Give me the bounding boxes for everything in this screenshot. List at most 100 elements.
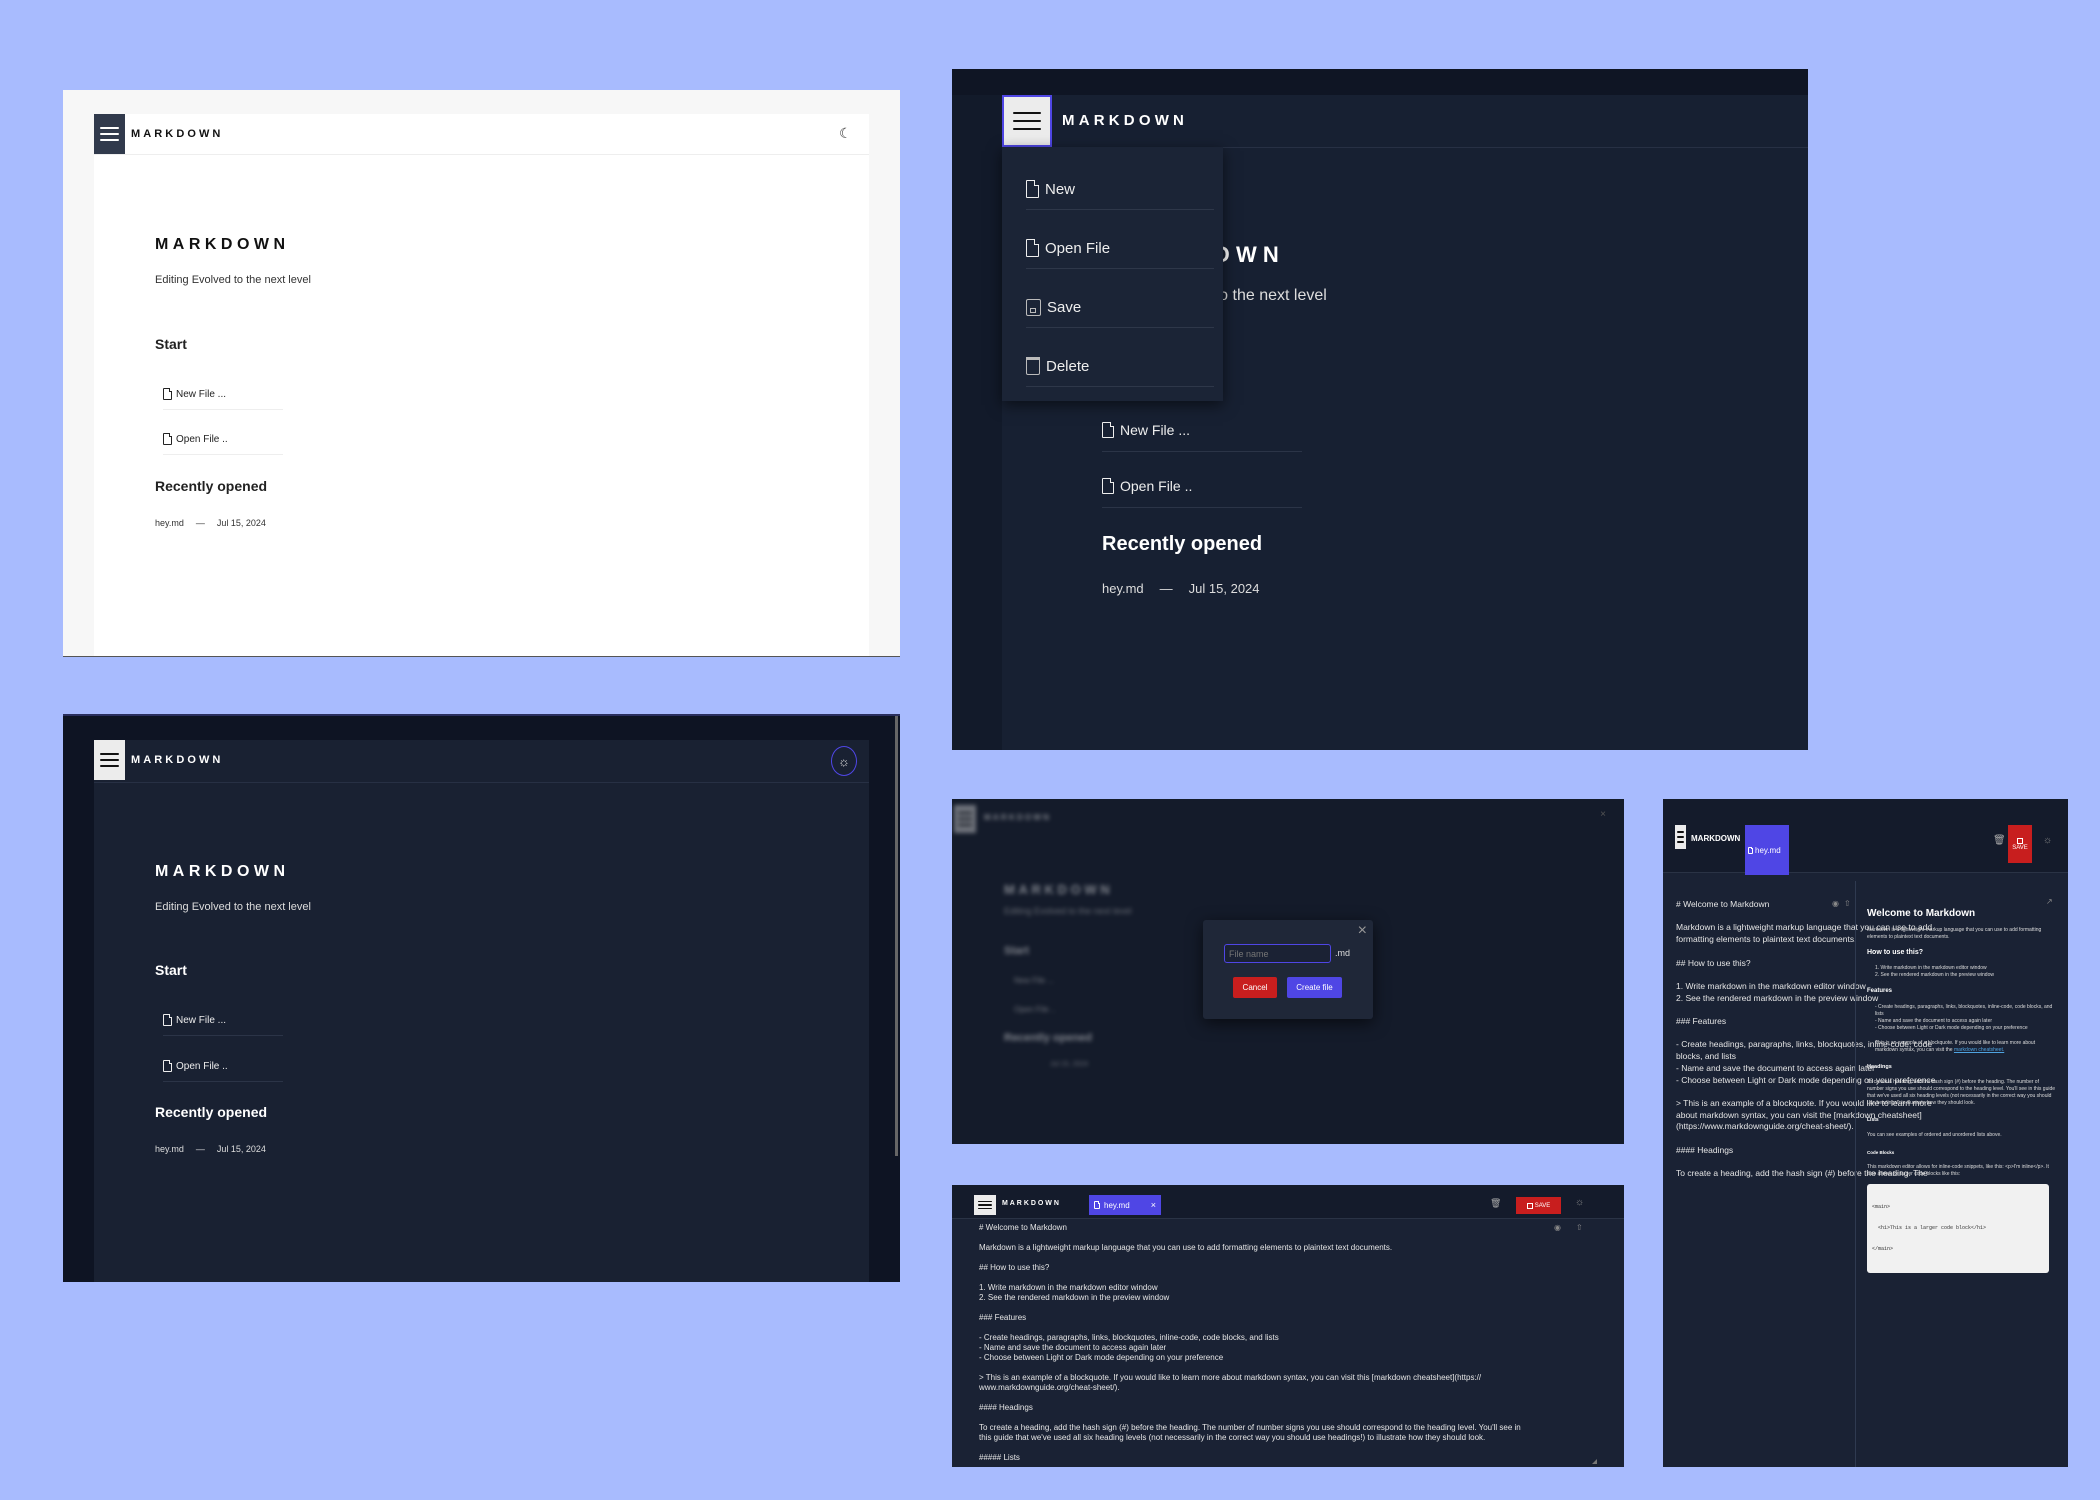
hero-title: MARKDOWN (155, 236, 290, 253)
tagline: Editing Evolved to the next level (1004, 906, 1132, 916)
screenshot-editor-split: MARKDOWN hey.md 🗑 SAVE ☼ # Welcome to Ma… (1663, 799, 2068, 1467)
document-tab[interactable]: hey.md (1745, 825, 1789, 875)
file-icon (1102, 478, 1114, 494)
screenshot-light-home: MARKDOWN ☾ MARKDOWN Editing Evolved to t… (63, 90, 900, 657)
new-file-link[interactable]: New File ... (1102, 413, 1302, 447)
start-heading: Start (155, 336, 187, 352)
menu-toggle-button[interactable] (94, 114, 125, 154)
start-heading: Start (155, 962, 187, 978)
new-file-link[interactable]: New File ... (163, 383, 283, 405)
file-icon (1102, 422, 1114, 438)
preview-h3: Features (1867, 988, 1893, 994)
create-file-button[interactable]: Create file (1287, 977, 1342, 998)
tab-close-icon[interactable]: × (1151, 1200, 1156, 1210)
editor-line: - Create headings, paragraphs, links, bl… (979, 1333, 1279, 1342)
recent-separator: — (1159, 581, 1173, 596)
tagline: Editing Evolved to the next level (155, 274, 311, 286)
menu-item-label: Delete (1046, 357, 1090, 375)
export-icon[interactable]: ⇧ (1576, 1223, 1583, 1232)
open-file-icon (1026, 239, 1039, 257)
file-name-input[interactable] (1224, 944, 1331, 963)
preview-ordered-list: 1. Write markdown in the markdown editor… (1867, 965, 2057, 979)
theme-toggle-moon-icon[interactable]: ☾ (839, 125, 852, 142)
menu-item-new[interactable]: New (1026, 174, 1214, 204)
divider (163, 1081, 283, 1082)
recent-file-item[interactable]: hey.md — Jul 15, 2024 (1102, 581, 1260, 596)
recent-heading: Recently opened (155, 1104, 268, 1120)
file-icon (163, 1014, 172, 1026)
save-label: SAVE (2012, 844, 2028, 851)
menu-item-open-file[interactable]: Open File (1026, 233, 1214, 263)
trash-icon[interactable]: 🗑 (1490, 1198, 1501, 1209)
menu-toggle-button (954, 805, 976, 833)
trash-icon[interactable]: 🗑 (1993, 835, 2006, 846)
menu-toggle-button[interactable] (94, 740, 125, 780)
divider (163, 1035, 283, 1036)
menu-toggle-button[interactable] (1002, 95, 1052, 147)
new-file-link[interactable]: New File ... (163, 1009, 283, 1031)
theme-toggle-sun-icon[interactable]: ☼ (831, 746, 857, 776)
open-file-label: Open File .. (1014, 1005, 1056, 1014)
recent-file-item[interactable]: hey.md — Jul 15, 2024 (155, 1144, 266, 1154)
close-icon[interactable]: × (1358, 922, 1367, 940)
open-file-link[interactable]: Open File .. (163, 1055, 283, 1077)
collapse-preview-icon[interactable]: ↗ (2046, 897, 2053, 906)
preview-toggle-eye-icon[interactable]: ◉ (1832, 899, 1839, 908)
start-heading: Start (1004, 945, 1030, 957)
file-extension-label: .md (1335, 948, 1351, 958)
open-file-link[interactable]: Open File .. (1102, 469, 1302, 503)
document-tab-name: hey.md (1104, 1200, 1130, 1210)
document-tab[interactable]: hey.md × (1089, 1195, 1161, 1215)
recent-file-date: Jul 15, 2024 (1050, 1061, 1089, 1068)
open-file-link[interactable]: Open File .. (163, 428, 283, 450)
resize-handle[interactable] (1592, 1459, 1597, 1464)
recent-file-name: hey.md (155, 1144, 184, 1154)
preview-toggle-eye-icon[interactable]: ◉ (1554, 1223, 1561, 1232)
editor-line: www.markdownguide.org/cheat-sheet/). (979, 1383, 1120, 1392)
save-button[interactable]: SAVE (2008, 825, 2032, 863)
preview-paragraph: Markdown is a lightweight markup languag… (1867, 927, 2042, 940)
open-file-label: Open File .. (176, 433, 228, 445)
menu-toggle-button[interactable] (974, 1195, 996, 1215)
save-button[interactable]: SAVE (1516, 1197, 1561, 1214)
preview-h6: Code Blocks (1867, 1150, 1895, 1155)
menu-item-save[interactable]: Save (1026, 292, 1214, 322)
theme-toggle-sun-icon[interactable]: ☼ (2043, 835, 2052, 846)
hero-title: MARKDOWN (155, 863, 290, 880)
open-file-label: Open File .. (1120, 478, 1193, 494)
markdown-preview-pane: Welcome to Markdown Markdown is a lightw… (1867, 907, 2057, 1273)
scrollbar[interactable] (895, 716, 898, 1156)
markdown-editor-textarea[interactable]: # Welcome to Markdown Markdown is a ligh… (979, 1223, 1521, 1463)
brand-logo: MARKDOWN (984, 813, 1052, 822)
divider (163, 409, 283, 410)
screenshot-dark-menu-open: MARKDOWN MARKDOWN Editing Evolved to the… (952, 69, 1808, 750)
cancel-button[interactable]: Cancel (1233, 977, 1277, 998)
preview-paragraph: To create a heading, add the hash sign (… (1867, 1079, 2056, 1106)
editor-line: > This is an example of a blockquote. If… (979, 1373, 1482, 1382)
new-file-label: New File ... (1120, 422, 1191, 438)
menu-item-delete[interactable]: Delete (1026, 351, 1214, 381)
list-item: 2. See the rendered markdown in the prev… (1875, 972, 1994, 978)
theme-toggle-sun-icon[interactable]: ☼ (1575, 1197, 1584, 1208)
recent-file-item[interactable]: hey.md — Jul 15, 2024 (155, 518, 266, 528)
export-icon[interactable]: ⇧ (1844, 899, 1851, 908)
save-icon (2017, 837, 2023, 844)
editor-line: 2. See the rendered markdown in the prev… (979, 1293, 1170, 1302)
recent-file-date: Jul 15, 2024 (1188, 581, 1260, 596)
menu-toggle-button[interactable] (1675, 825, 1686, 849)
recent-heading: Recently opened (1102, 533, 1263, 555)
recent-heading: Recently opened (155, 478, 268, 494)
file-icon (163, 1060, 172, 1072)
list-item: - Choose between Light or Dark mode depe… (1875, 1025, 2028, 1031)
document-tab-name: hey.md (1755, 845, 1781, 855)
new-file-label: New File ... (176, 1014, 227, 1026)
divider (1102, 451, 1302, 452)
screenshot-dark-home: MARKDOWN ☼ MARKDOWN Editing Evolved to t… (63, 714, 900, 1282)
editor-line: ##### Lists (979, 1453, 1020, 1462)
pane-divider[interactable] (1855, 881, 1856, 1467)
cheatsheet-link[interactable]: markdown cheatsheet. (1954, 1047, 2004, 1053)
